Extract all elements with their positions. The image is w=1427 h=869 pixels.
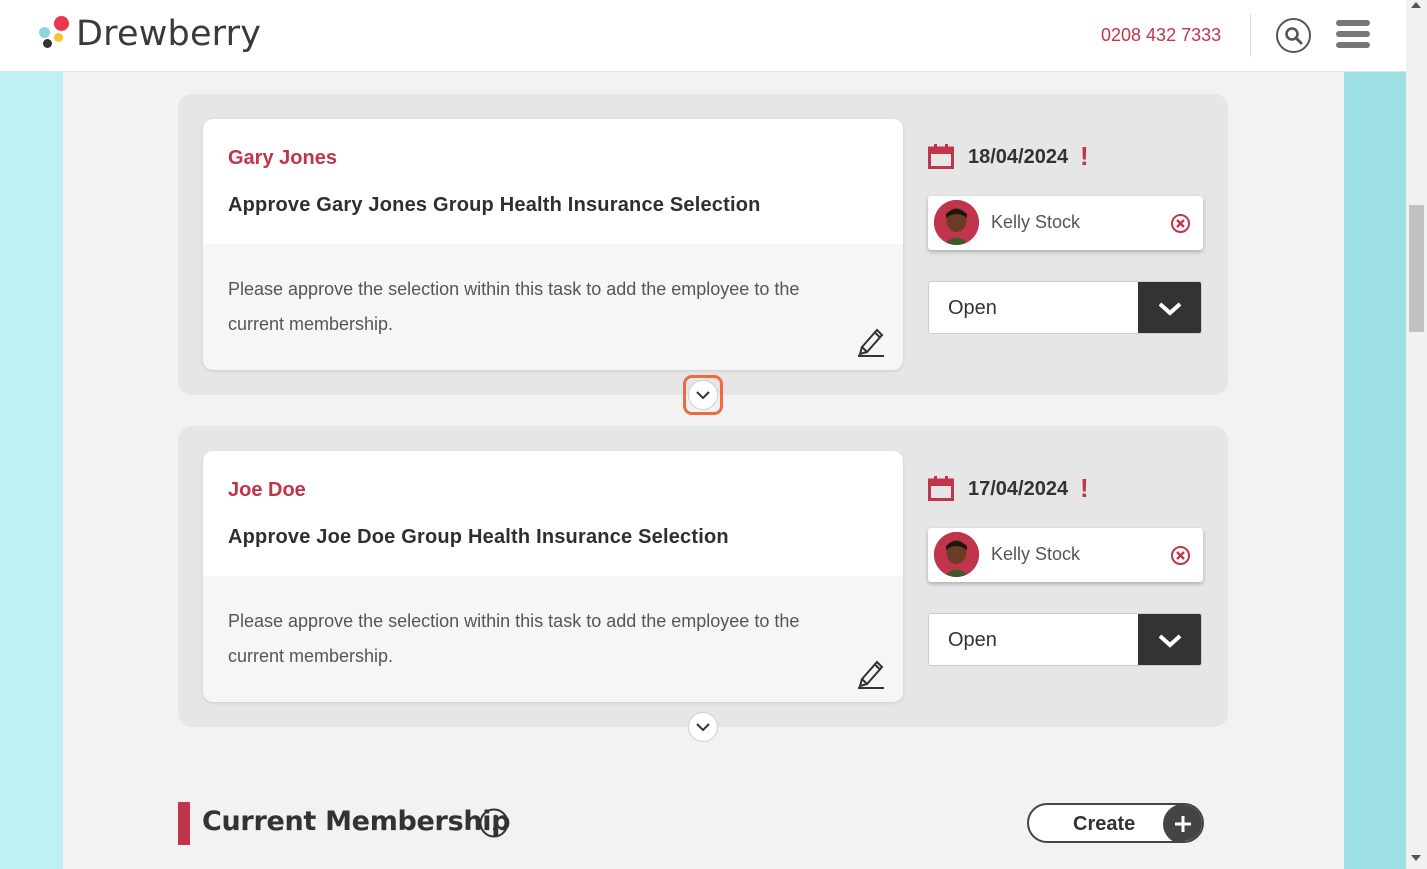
assignee-name: Kelly Stock [991,212,1081,232]
task-details: 18/04/2024 ! Kelly Stock Open [928,119,1203,334]
phone-link[interactable]: 0208 432 7333 [1101,25,1221,46]
plus-icon [1163,805,1202,841]
header-divider [1250,14,1251,57]
task-employee-name[interactable]: Gary Jones [228,147,878,170]
site-header: Drewberry 0208 432 7333 [0,0,1406,72]
urgent-exclamation-icon: ! [1080,141,1089,171]
assignee-chip: Kelly Stock [928,528,1203,582]
assignee-name: Kelly Stock [991,544,1081,564]
scrollbar-thumb[interactable] [1409,205,1424,332]
task-card: Gary Jones Approve Gary Jones Group Heal… [203,119,903,370]
chevron-down-icon [1158,634,1181,648]
create-button[interactable]: Create [1027,803,1204,843]
section-accent-bar [178,802,190,845]
assignee-chip: Kelly Stock [928,196,1203,250]
page-background-right [1344,72,1406,869]
info-icon[interactable] [479,808,509,838]
task-title: Approve Gary Jones Group Health Insuranc… [228,194,761,216]
avatar [934,200,979,245]
create-label: Create [1073,813,1136,835]
task-description: Please approve the selection within this… [228,611,800,666]
remove-assignee-icon[interactable] [1170,545,1191,566]
due-date-row: 17/04/2024 ! [928,475,1203,505]
section-title: Current Membership [202,806,511,837]
pencil-edit-icon[interactable] [856,325,886,357]
scroll-down-arrow-icon[interactable] [1411,855,1421,861]
remove-assignee-icon[interactable] [1170,213,1191,234]
avatar [934,532,979,577]
status-select[interactable]: Open [928,613,1202,666]
calendar-icon [928,144,954,169]
status-value: Open [948,297,997,319]
due-date-row: 18/04/2024 ! [928,143,1203,173]
due-date: 17/04/2024 [968,478,1069,500]
page-scrollbar[interactable] [1406,0,1427,869]
brand-name[interactable]: Drewberry [76,14,261,54]
due-date: 18/04/2024 [968,146,1069,168]
task-card: Joe Doe Approve Joe Doe Group Health Ins… [203,451,903,702]
expand-task-button[interactable] [688,380,718,410]
task-item: Joe Doe Approve Joe Doe Group Health Ins… [178,426,1228,727]
expand-task-button[interactable] [688,712,718,742]
chevron-down-icon [696,391,710,400]
brand-logo-icon[interactable] [38,16,69,50]
status-value: Open [948,629,997,651]
search-icon [1284,26,1302,44]
task-description: Please approve the selection within this… [228,279,800,334]
hamburger-menu-button[interactable] [1336,20,1370,50]
pencil-edit-icon[interactable] [856,657,886,689]
chevron-down-icon [1158,302,1181,316]
urgent-exclamation-icon: ! [1080,473,1089,503]
task-title: Approve Joe Doe Group Health Insurance S… [228,526,729,548]
status-select[interactable]: Open [928,281,1202,334]
dropdown-arrow-button[interactable] [1138,282,1201,333]
calendar-icon [928,476,954,501]
task-details: 17/04/2024 ! Kelly Stock Open [928,451,1203,666]
chevron-down-icon [696,723,710,732]
page-background-left [0,72,63,869]
task-item: Gary Jones Approve Gary Jones Group Heal… [178,94,1228,395]
task-employee-name[interactable]: Joe Doe [228,479,878,502]
dropdown-arrow-button[interactable] [1138,614,1201,665]
search-button[interactable] [1276,18,1311,53]
scroll-up-arrow-icon[interactable] [1411,2,1421,8]
